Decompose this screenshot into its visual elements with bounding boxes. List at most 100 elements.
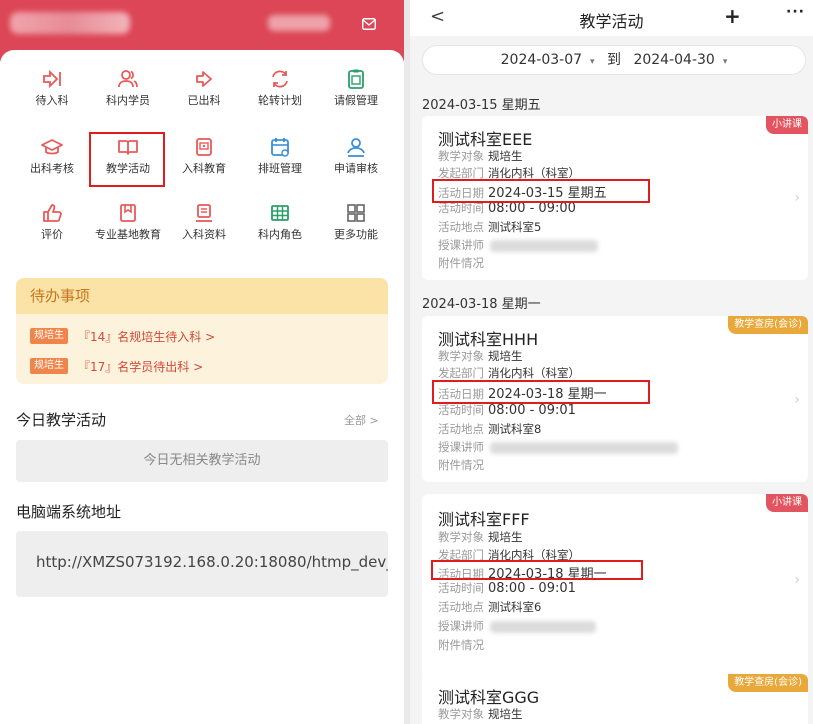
grid-label: 申请审核 <box>334 162 378 175</box>
grid-item-scheduling[interactable]: 排班管理 <box>242 136 318 175</box>
chevron-right-icon: › <box>794 392 800 408</box>
activity-card[interactable]: 小讲课 测试科室FFF 教学对象 规培生 发起部门 消化内科（科室） 活动日期 202… <box>422 494 808 682</box>
more-grid-icon <box>347 204 365 222</box>
date-highlight-box <box>431 560 643 580</box>
grid-label: 轮转计划 <box>258 94 302 107</box>
activity-target: 教学对象 规培生 <box>438 149 523 163</box>
activity-teacher: 授课讲师 <box>438 618 596 634</box>
todo-badge: 规培生 <box>30 328 68 344</box>
grid-item-leave-management[interactable]: 请假管理 <box>318 68 394 107</box>
pc-address-url: http://XMZS073192.168.0.20:18080/htmp_de… <box>36 553 388 571</box>
grid-item-entry-materials[interactable]: 入科资料 <box>166 202 242 241</box>
date-range-filter[interactable]: 2024-03-07 ▾ 到 2024-04-30 ▾ <box>422 45 806 75</box>
activity-title: 测试科室FFF <box>438 510 530 529</box>
today-activity-title: 今日教学活动 <box>16 411 107 429</box>
page-title: 教学活动 <box>579 12 644 31</box>
grid-item-application-review[interactable]: 申请审核 <box>318 136 394 175</box>
end-date[interactable]: 2024-04-30 <box>633 52 714 68</box>
mail-icon[interactable] <box>362 18 376 30</box>
grid-label: 科内角色 <box>258 228 302 241</box>
grid-label: 更多功能 <box>334 228 378 241</box>
todo-item[interactable]: 规培生 『17』名学员待出科 > <box>30 358 203 374</box>
date-highlight-box <box>432 179 650 203</box>
activity-target: 教学对象 规培生 <box>438 707 523 721</box>
grid-label: 待入科 <box>35 94 69 107</box>
teacher-name-blurred <box>490 239 598 252</box>
more-button[interactable]: ··· <box>786 4 805 20</box>
day-group-header: 2024-03-18 星期一 <box>422 297 541 312</box>
home-panel: 待入科 科内学员 已出科 轮转计划 请假管理 出科考核 教学活动 入科教育 排班… <box>0 0 404 724</box>
add-button[interactable]: + <box>724 4 741 28</box>
login-icon <box>43 69 61 89</box>
grid-label: 排班管理 <box>258 162 302 175</box>
rotate-icon <box>272 70 288 88</box>
user-info-blurred <box>268 15 330 31</box>
base-book-icon <box>120 204 136 222</box>
leave-icon <box>348 69 364 89</box>
role-grid-icon <box>271 205 289 221</box>
start-date[interactable]: 2024-03-07 <box>501 52 582 68</box>
teaching-activity-panel: < 教学活动 + ··· 2024-03-07 ▾ 到 2024-04-30 ▾ 2… <box>410 0 813 724</box>
pc-address-title: 电脑端系统地址 <box>16 503 122 521</box>
activity-type-tag: 教学查房(会诊) <box>728 316 808 334</box>
chevron-right-icon: › <box>794 572 800 588</box>
grid-label: 评价 <box>41 228 63 241</box>
users-icon <box>118 70 138 88</box>
activity-target: 教学对象 规培生 <box>438 530 523 544</box>
activity-attachments: 附件情况 <box>438 638 484 652</box>
arrow-right-icon <box>196 71 212 87</box>
activity-target: 教学对象 规培生 <box>438 349 523 363</box>
activity-attachments: 附件情况 <box>438 458 484 472</box>
user-name-blurred <box>10 12 130 34</box>
todo-item[interactable]: 规培生 『14』名规培生待入科 > <box>30 328 215 344</box>
date-highlight-box <box>432 380 650 404</box>
grid-item-exited[interactable]: 已出科 <box>166 68 242 107</box>
highlight-box <box>89 132 165 187</box>
activity-time: 活动时间 08:00 - 09:01 <box>438 403 576 418</box>
grid-item-exit-exam[interactable]: 出科考核 <box>14 136 90 175</box>
grid-label: 出科考核 <box>30 162 74 175</box>
grid-label: 科内学员 <box>106 94 150 107</box>
today-activity-empty: 今日无相关教学活动 <box>16 440 388 482</box>
teacher-name-blurred <box>490 441 678 454</box>
education-icon <box>196 138 212 156</box>
pc-address-box[interactable]: http://XMZS073192.168.0.20:18080/htmp_de… <box>16 531 388 597</box>
date-range-separator: 到 <box>607 52 621 68</box>
grid-item-pending-entry[interactable]: 待入科 <box>14 68 90 107</box>
grid-item-entry-education[interactable]: 入科教育 <box>166 136 242 175</box>
grid-label: 请假管理 <box>334 94 378 107</box>
activity-teacher: 授课讲师 <box>438 439 678 455</box>
grid-label: 入科资料 <box>182 228 226 241</box>
grid-item-more-functions[interactable]: 更多功能 <box>318 202 394 241</box>
activity-place: 活动地点 测试科室8 <box>438 422 542 436</box>
activity-type-tag: 教学查房(会诊) <box>728 674 808 692</box>
grid-label: 专业基地教育 <box>95 228 161 241</box>
graduation-cap-icon <box>41 139 63 155</box>
chevron-down-icon: ▾ <box>722 57 728 67</box>
grid-label: 入科教育 <box>182 162 226 175</box>
todo-text: 『17』名学员待出科 > <box>78 359 204 374</box>
calendar-icon <box>271 138 289 157</box>
grid-item-dept-roles[interactable]: 科内角色 <box>242 202 318 241</box>
activity-title: 测试科室HHH <box>438 330 539 349</box>
activity-type-tag: 小讲课 <box>766 494 808 512</box>
today-activity-all-link[interactable]: 全部 > <box>344 412 379 428</box>
activity-title: 测试科室EEE <box>438 130 533 149</box>
teacher-name-blurred <box>490 620 596 633</box>
todo-text: 『14』名规培生待入科 > <box>78 329 216 344</box>
user-review-icon <box>347 138 365 157</box>
grid-item-base-education[interactable]: 专业基地教育 <box>90 202 166 241</box>
activity-title: 测试科室GGG <box>438 688 540 707</box>
grid-item-dept-trainees[interactable]: 科内学员 <box>90 68 166 107</box>
todo-panel: 待办事项 规培生 『14』名规培生待入科 > 规培生 『17』名学员待出科 > <box>16 278 388 384</box>
grid-item-evaluation[interactable]: 评价 <box>14 202 90 241</box>
todo-badge: 规培生 <box>30 358 68 374</box>
day-group-header: 2024-03-15 星期五 <box>422 98 541 113</box>
activity-dept: 发起部门 消化内科（科室） <box>438 366 580 380</box>
activity-card[interactable]: 教学查房(会诊) 测试科室GGG 教学对象 规培生 <box>422 674 808 724</box>
activity-attachments: 附件情况 <box>438 256 484 270</box>
todo-title: 待办事项 <box>16 278 388 314</box>
activity-place: 活动地点 测试科室5 <box>438 220 542 234</box>
grid-item-rotation-plan[interactable]: 轮转计划 <box>242 68 318 107</box>
activity-time: 活动时间 08:00 - 09:01 <box>438 581 576 596</box>
